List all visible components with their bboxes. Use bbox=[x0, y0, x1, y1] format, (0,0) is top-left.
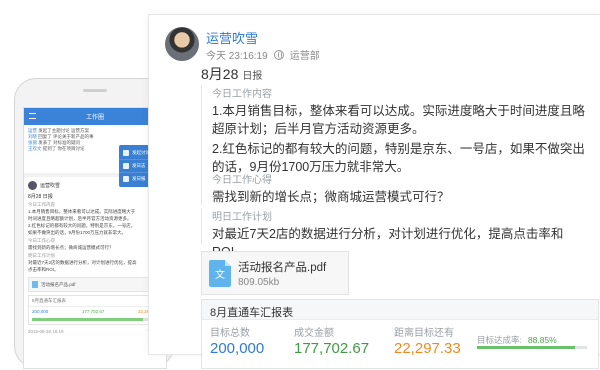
completion-rate-value: 88.85% bbox=[527, 335, 557, 345]
stat-target: 目标总数 200,000 bbox=[210, 324, 264, 357]
completion-rate: 目标达成率: 88.85% bbox=[477, 335, 557, 345]
section-work-insights: 今日工作心得 需找到新的增长点；微商城运营模式可行？ bbox=[201, 171, 591, 205]
avatar[interactable] bbox=[165, 27, 199, 61]
phone-feed: 运营 发起了主题讨论 运营方案 刘晓 回复了 评论关于新产品的事 张丽 发表了 … bbox=[24, 125, 166, 187]
phone-text: 1.本月销售目标，整体来看可以达成。实际进度略大于 bbox=[28, 209, 136, 214]
post-time: 今天 23:16:19 bbox=[206, 51, 268, 62]
section-label: 明日工作计划 bbox=[212, 212, 272, 223]
phone-section-label: 今日工作内容 bbox=[28, 202, 55, 207]
section-work-content: 今日工作内容 1.本月销售目标，整体来看可以达成。实际进度略大于时间进度且略超原… bbox=[201, 85, 591, 176]
report-date: 8月28 日报 bbox=[201, 66, 263, 82]
phone-header: 工作圈 bbox=[24, 108, 166, 125]
attachment-file[interactable]: 文 活动报名产品.pdf 809.05kb bbox=[201, 251, 349, 295]
phone-speaker bbox=[83, 89, 107, 92]
stat-label: 距离目标还有 bbox=[394, 328, 454, 339]
attachment-info: 活动报名产品.pdf 809.05kb bbox=[238, 259, 326, 288]
phone-section-label: 明日工作计划 bbox=[28, 253, 55, 258]
post-meta: 今天 23:16:19 运营部 bbox=[206, 47, 320, 62]
paragraph: 1.本月销售目标，整体来看可以达成。实际进度略大于时间进度且略超原计划；后半月官… bbox=[212, 104, 585, 136]
stats-body: 目标总数 200,000 成交金额 177,702.67 距离目标还有 22,2… bbox=[202, 320, 598, 370]
stat-value: 177,702.67 bbox=[294, 340, 370, 357]
phone-text: 2.红色标记的都有较大的问题，特别是京东，一号店， bbox=[28, 223, 136, 228]
attachment-name[interactable]: 活动报名产品.pdf bbox=[238, 259, 326, 275]
discuss-icon bbox=[123, 150, 129, 156]
menu-icon[interactable] bbox=[29, 113, 36, 119]
phone-report-card: 运营吹雪 8月28 日报 今日工作内容 1.本月销售目标，整体来看可以达成。实际… bbox=[24, 177, 166, 368]
author-name[interactable]: 运营吹雪 bbox=[206, 28, 258, 47]
report-type: 日报 bbox=[242, 71, 263, 82]
stat-label: 目标总数 bbox=[210, 328, 250, 339]
stat-remaining: 距离目标还有 22,297.33 bbox=[394, 324, 461, 357]
section-label: 今日工作心得 bbox=[212, 175, 272, 186]
paragraph: 需找到新的增长点；微商城运营模式可行？ bbox=[212, 190, 450, 204]
stats-title: 8月直通车汇报表 bbox=[202, 300, 598, 320]
phone-stats-row: 200,000 177,702.67 22,297.33 bbox=[32, 309, 158, 314]
phone-section-label: 今日工作心得 bbox=[28, 238, 55, 243]
stat-deal-amount: 成交金额 177,702.67 bbox=[294, 324, 369, 357]
phone-text: 需找到新的增长点；微商城运营模式可行？ bbox=[28, 245, 114, 250]
completion-progress-fill bbox=[477, 346, 575, 349]
report-post: 运营吹雪 今天 23:16:19 运营部 8月28 日报 今日工作内容 1.本月销… bbox=[148, 14, 600, 369]
document-icon: 文 bbox=[209, 259, 231, 287]
phone-footer: 2015-08-28 16:19 评论 赞 bbox=[28, 329, 162, 334]
phone-stats: 8月直通车汇报表 200,000 177,702.67 22,297.33 bbox=[28, 295, 162, 325]
attachment-size: 809.05kb bbox=[238, 276, 280, 288]
log-icon bbox=[123, 163, 129, 169]
report-icon bbox=[123, 176, 129, 182]
stat-label: 成交金额 bbox=[294, 328, 334, 339]
phone-date: 8月28 日报 bbox=[28, 194, 53, 200]
section-label: 今日工作内容 bbox=[212, 89, 272, 100]
department-label: 运营部 bbox=[289, 51, 320, 62]
globe-icon bbox=[273, 49, 284, 60]
section-tomorrow-plan: 明日工作计划 对最近7天2店的数据进行分析，对计划进行优化，提高点击率和ROI。 bbox=[201, 208, 591, 259]
phone-stats-title: 8月直通车汇报表 bbox=[29, 296, 161, 307]
completion-progress-bar bbox=[477, 346, 587, 349]
phone-text: 时间进度且略超额计划，后半月官方活动资源更多。 bbox=[28, 216, 132, 221]
phone-screen: 工作圈 运营 发起了主题讨论 运营方案 刘晓 回复了 评论关于新产品的事 张丽 … bbox=[23, 107, 167, 369]
phone-title: 工作圈 bbox=[85, 115, 104, 121]
file-icon bbox=[32, 281, 38, 288]
section-text: 需找到新的增长点；微商城运营模式可行？ bbox=[212, 188, 591, 206]
stat-value: 22,297.33 bbox=[394, 340, 461, 357]
phone-progress-bar bbox=[32, 318, 158, 321]
phone-text: 点击率和ROI。 bbox=[28, 267, 59, 272]
phone-attachment[interactable]: 活动报名产品.pdf bbox=[28, 277, 162, 292]
phone-text: 对最近7天2店的数据进行分析，对计划进行优化，提高 bbox=[28, 260, 137, 265]
stats-table: 8月直通车汇报表 目标总数 200,000 成交金额 177,702.67 距离… bbox=[201, 299, 599, 369]
stat-value: 200,000 bbox=[210, 340, 265, 357]
avatar bbox=[28, 181, 37, 190]
section-text: 1.本月销售目标，整体来看可以达成。实际进度略大于时间进度且略超原计划；后半月官… bbox=[212, 102, 591, 176]
phone-text: 如果不做突出的话，9月份1700万压力就非常大。 bbox=[28, 230, 127, 235]
